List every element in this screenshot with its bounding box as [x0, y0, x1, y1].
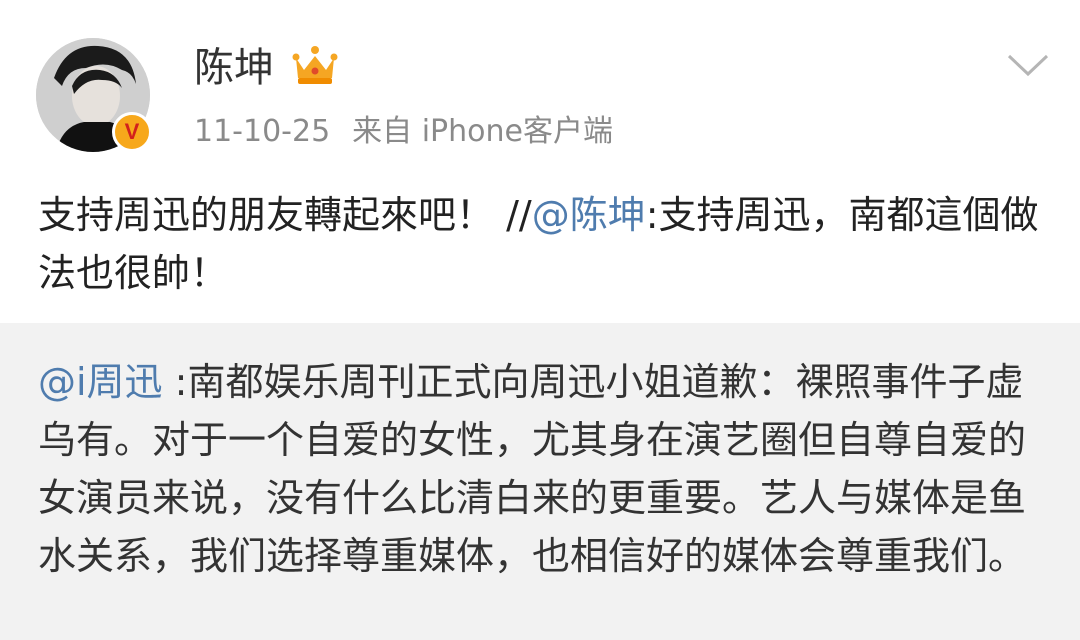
- post-text-main: 支持周迅的朋友轉起來吧！ //: [38, 193, 532, 237]
- post-time: 11-10-25: [194, 114, 331, 149]
- repost-mention-link[interactable]: @i周迅: [38, 360, 163, 404]
- post-source[interactable]: 来自 iPhone客户端: [352, 114, 613, 149]
- post-text: 支持周迅的朋友轉起來吧！ //@陈坤:支持周迅，南都這個做法也很帥！: [38, 186, 1048, 302]
- author-name[interactable]: 陈坤: [194, 44, 274, 92]
- mention-link[interactable]: @陈坤: [532, 193, 646, 237]
- post-header: V 陈坤 11-10-25 来自 iPhone客户端: [0, 0, 1080, 170]
- post-meta: 11-10-25 来自 iPhone客户端: [194, 112, 613, 152]
- repost-body: :南都娱乐周刊正式向周迅小姐道歉：裸照事件子虚乌有。对于一个自爱的女性，尤其身在…: [38, 360, 1027, 578]
- crown-icon[interactable]: [292, 44, 338, 88]
- repost-text: @i周迅 :南都娱乐周刊正式向周迅小姐道歉：裸照事件子虚乌有。对于一个自爱的女性…: [38, 353, 1048, 585]
- chevron-down-icon[interactable]: [1006, 52, 1050, 80]
- repost-box[interactable]: @i周迅 :南都娱乐周刊正式向周迅小姐道歉：裸照事件子虚乌有。对于一个自爱的女性…: [0, 323, 1080, 640]
- verified-badge: V: [112, 112, 152, 152]
